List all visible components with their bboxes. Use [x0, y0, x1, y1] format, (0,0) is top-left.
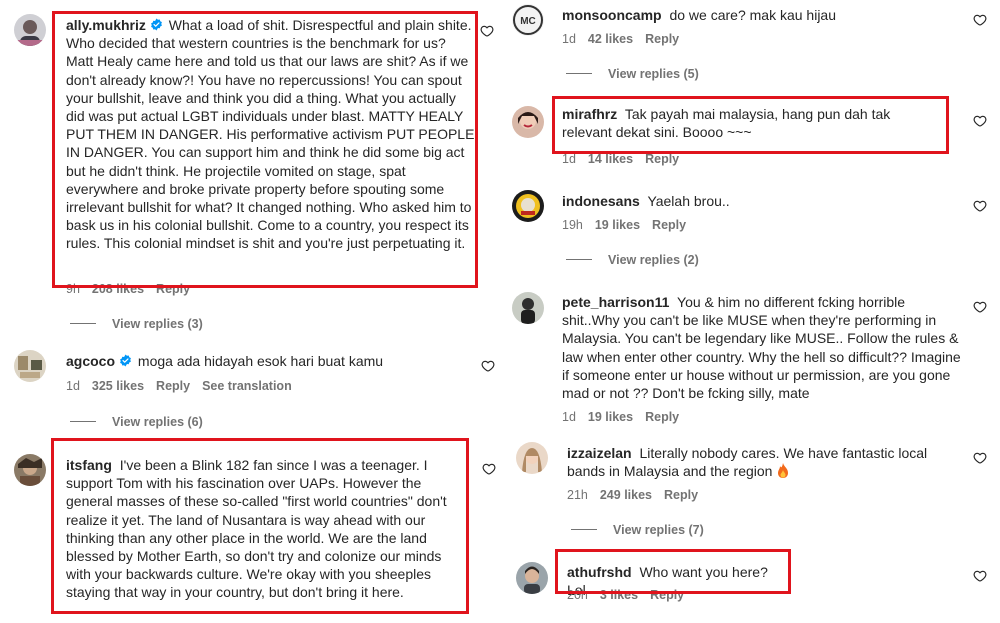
heart-outline-icon[interactable] — [973, 300, 987, 314]
comment-text: moga ada hidayah esok hari buat kamu — [137, 353, 384, 369]
view-replies-button[interactable]: View replies (6) — [70, 415, 203, 429]
heart-outline-icon[interactable] — [480, 24, 494, 38]
verified-badge-icon — [119, 354, 132, 367]
comment-time: 1d — [562, 152, 576, 166]
avatar[interactable] — [14, 14, 46, 46]
view-replies-button[interactable]: View replies (7) — [571, 523, 704, 537]
heart-outline-icon[interactable] — [973, 199, 987, 213]
view-replies-button[interactable]: View replies (3) — [70, 317, 203, 331]
comment-text: You & him no different fcking horrible s… — [562, 294, 961, 402]
heart-outline-icon[interactable] — [973, 451, 987, 465]
username[interactable]: indonesans — [562, 193, 640, 209]
likes-count[interactable]: 249 likes — [600, 488, 652, 502]
view-replies-button[interactable]: View replies (2) — [566, 253, 699, 267]
avatar[interactable] — [512, 292, 544, 324]
highlight-box — [555, 549, 791, 594]
see-translation-button[interactable]: See translation — [202, 379, 292, 393]
avatar[interactable] — [512, 190, 544, 222]
comment-time: 21h — [567, 488, 588, 502]
fire-emoji-icon — [776, 463, 790, 482]
avatar[interactable] — [512, 106, 544, 138]
avatar[interactable] — [14, 350, 46, 382]
avatar[interactable] — [516, 562, 548, 594]
comment-time: 1d — [562, 32, 576, 46]
likes-count[interactable]: 42 likes — [588, 32, 633, 46]
likes-count[interactable]: 19 likes — [595, 218, 640, 232]
reply-button[interactable]: Reply — [645, 152, 679, 166]
heart-outline-icon[interactable] — [973, 569, 987, 583]
comment-time: 19h — [562, 218, 583, 232]
avatar[interactable] — [516, 442, 548, 474]
username[interactable]: izzaizelan — [567, 445, 632, 461]
view-replies-button[interactable]: View replies (5) — [566, 67, 699, 81]
comment-time: 1d — [66, 379, 80, 393]
likes-count[interactable]: 14 likes — [588, 152, 633, 166]
likes-count[interactable]: 19 likes — [588, 410, 633, 424]
comment-text: do we care? mak kau hijau — [669, 7, 837, 23]
heart-outline-icon[interactable] — [482, 462, 496, 476]
reply-button[interactable]: Reply — [652, 218, 686, 232]
reply-button[interactable]: Reply — [664, 488, 698, 502]
highlight-box — [51, 438, 469, 614]
reply-button[interactable]: Reply — [645, 32, 679, 46]
svg-text:MC: MC — [520, 16, 536, 27]
likes-count[interactable]: 325 likes — [92, 379, 144, 393]
heart-outline-icon[interactable] — [481, 359, 495, 373]
username[interactable]: monsooncamp — [562, 7, 662, 23]
avatar[interactable] — [14, 454, 46, 486]
comment-time: 1d — [562, 410, 576, 424]
heart-outline-icon[interactable] — [973, 13, 987, 27]
username[interactable]: agcoco — [66, 353, 115, 369]
avatar[interactable]: MC — [512, 4, 544, 36]
reply-button[interactable]: Reply — [645, 410, 679, 424]
highlight-box — [552, 96, 949, 154]
highlight-box — [52, 11, 478, 288]
heart-outline-icon[interactable] — [973, 114, 987, 128]
comment-text: Yaelah brou.. — [647, 193, 730, 209]
reply-button[interactable]: Reply — [156, 379, 190, 393]
username[interactable]: pete_harrison11 — [562, 294, 669, 310]
